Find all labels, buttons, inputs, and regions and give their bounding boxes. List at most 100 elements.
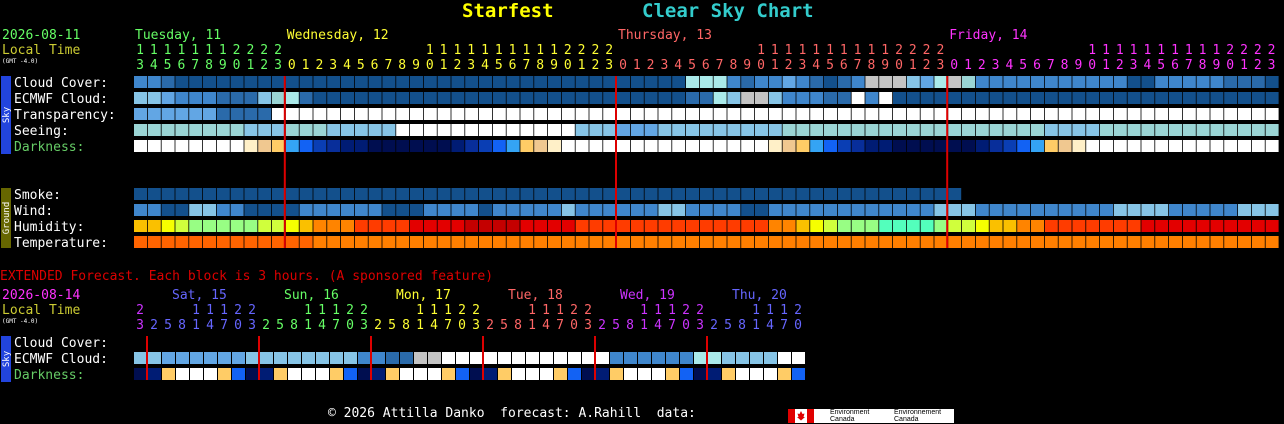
hour-ones-digit: 1 [633,58,641,73]
wind-row-cell [423,204,437,216]
wind-row-cell [879,204,893,216]
extended-hour-ones-digit: 4 [542,318,550,333]
extended-hour-tens-digit: 1 [668,303,676,318]
extended-hour-ones-digit: 1 [416,318,424,333]
humidity-row-cell [1100,220,1113,232]
wind-row-cell [837,204,851,216]
ecmwf-cloud-row-cell [699,92,713,104]
extended-day-label: Mon, 17 [396,288,451,303]
ecmwf-cloud-row-cell [893,92,906,104]
smoke-row-cell [368,188,382,200]
extended-hour-tens-digit: 1 [206,303,214,318]
wind-row-cell [147,204,161,216]
humidity-row-cell [216,220,230,232]
seeing-row-cell [203,124,216,136]
darkness-row-cell [879,140,893,152]
seeing-row-cell [810,124,824,136]
cloud-cover-row-cell [1141,76,1155,88]
darkness-row-cell [934,140,948,152]
hour-tens-digit: 1 [798,43,806,58]
temperature-row-cell [258,236,272,248]
seeing-row-cell [1238,124,1251,136]
cloud-cover-row-cell [561,76,575,88]
darkness-row-cell [520,140,534,152]
transparency-row-cell [575,108,589,120]
wind-row-cell [465,204,479,216]
darkness-row-cell [1169,140,1182,152]
extended-hour-ones-digit: 8 [626,318,634,333]
seeing-row-cell [341,124,354,136]
day-label: Thursday, 13 [618,28,712,43]
hour-ones-digit: 1 [302,58,310,73]
cloud-cover-row-cell [810,76,824,88]
smoke-row-cell [672,188,686,200]
wind-row-cell [727,204,741,216]
darkness-row-cell [410,140,423,152]
hour-ones-digit: 3 [605,58,613,73]
temperature-row-cell [699,236,713,248]
darkness-row-cell [603,140,617,152]
extended-hour-tens-digit: 2 [360,303,368,318]
hour-ones-digit: 6 [177,58,185,73]
cloud-cover-row-cell [1196,76,1210,88]
temperature-row-cell [451,236,465,248]
ecmwf-cloud-row-cell [1113,92,1127,104]
hour-tens-digit: 1 [522,43,530,58]
extended-hour-ones-digit: 7 [668,318,676,333]
darkness-row-cell [1182,140,1196,152]
darkness-row-cell [1155,140,1169,152]
extended-darkness-row-cell [372,368,385,380]
transparency-row-cell [810,108,824,120]
humidity-row-cell [161,220,175,232]
ecmwf-cloud-row-cell [175,92,189,104]
seeing-row-cell [313,124,327,136]
transparency-row-cell [437,108,451,120]
wind-row-cell [285,204,299,216]
ecmwf-cloud-row-cell [396,92,410,104]
ecmwf-cloud-row-cell [782,92,796,104]
smoke-row [134,188,962,200]
smoke-row-cell [548,188,561,200]
cloud-cover-row-cell [589,76,603,88]
temperature-row-cell [313,236,327,248]
seeing-row-cell [423,124,437,136]
extended-ecmwf-cloud-row-cell [162,352,175,364]
humidity-row-cell [865,220,879,232]
extended-hour-ones-digit: 0 [346,318,354,333]
hour-ones-digit: 0 [950,58,958,73]
ecmwf-cloud-row-cell [644,92,658,104]
humidity-row-cell [396,220,410,232]
smoke-row-cell [451,188,465,200]
extended-ecmwf-cloud-row-cell [316,352,329,364]
humidity-row-cell [230,220,244,232]
wind-row-cell [713,204,727,216]
hour-ones-digit: 3 [798,58,806,73]
seeing-row-cell [354,124,368,136]
transparency-row-cell [906,108,920,120]
ecmwf-cloud-row [134,92,1279,104]
temperature-row-cell [672,236,686,248]
hour-tens-digit: 1 [1212,43,1220,58]
extended-hour-tens-digit: 1 [430,303,438,318]
hour-ones-digit: 5 [495,58,503,73]
ecmwf-cloud-row-cell [147,92,161,104]
hour-tens-digit: 1 [136,43,144,58]
smoke-row-cell [492,188,506,200]
smoke-row-cell [520,188,534,200]
ecmwf-cloud-row-cell [216,92,230,104]
temperature-row-cell [1210,236,1224,248]
hour-tens-digit: 2 [923,43,931,58]
transparency-row-cell [423,108,437,120]
seeing-row-cell [161,124,175,136]
extended-hour-ones-digit: 0 [458,318,466,333]
wind-row-cell [1113,204,1127,216]
seeing-row-cell [906,124,920,136]
hour-ones-digit: 7 [854,58,862,73]
seeing-row-cell [1100,124,1113,136]
cloud-cover-row-cell [410,76,423,88]
cloud-cover-row-cell [423,76,437,88]
hour-ones-digit: 1 [246,58,254,73]
hour-tens-digit: 2 [233,43,241,58]
humidity-row-cell [906,220,920,232]
wind-row-cell [1127,204,1141,216]
